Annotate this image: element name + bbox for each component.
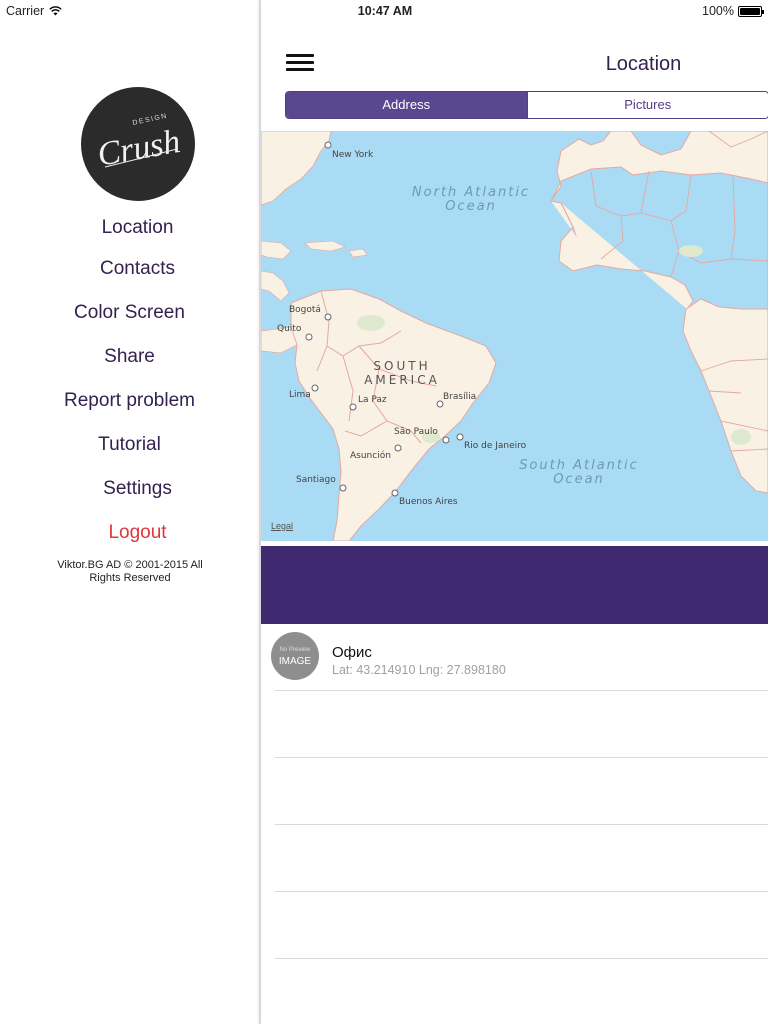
list-separator xyxy=(275,891,768,892)
thumbnail-label: IMAGE xyxy=(278,656,312,667)
map-city-lima: Lima xyxy=(289,390,311,400)
list-item[interactable]: No Preview IMAGE Офис Lat: 43.214910 Lng… xyxy=(271,624,768,691)
tab-pictures[interactable]: Pictures xyxy=(526,92,768,118)
status-time: 10:47 AM xyxy=(357,4,413,18)
map-city-new-york: New York xyxy=(332,150,374,160)
map-label-south-atlantic-ocean: Ocean xyxy=(553,472,605,487)
brand-logo: DESIGN Crush xyxy=(81,87,195,201)
sidebar-item-contacts[interactable]: Contacts xyxy=(8,258,267,280)
sidebar-item-share[interactable]: Share xyxy=(0,346,259,368)
sidebar-item-settings[interactable]: Settings xyxy=(8,478,267,500)
list-separator xyxy=(275,757,768,758)
map-canvas[interactable]: North Atlantic Ocean South Atlantic Ocea… xyxy=(261,131,768,541)
thumbnail-caption: No Preview xyxy=(279,647,311,653)
sidebar-item-tutorial[interactable]: Tutorial xyxy=(0,434,259,456)
battery-indicator: 100% xyxy=(702,4,764,18)
map-city-rio: Rio de Janeiro xyxy=(464,441,527,451)
list-separator xyxy=(275,824,768,825)
sidebar-item-logout[interactable]: Logout xyxy=(8,522,267,544)
battery-icon xyxy=(738,5,764,17)
page-title: Location xyxy=(605,53,682,75)
logo-mark: DESIGN Crush xyxy=(95,113,183,174)
list-separator xyxy=(275,958,768,959)
battery-label: 100% xyxy=(702,4,734,18)
map-label-south-atlantic: South Atlantic xyxy=(519,458,639,473)
sidebar: DESIGN Crush Location Contacts Color Scr… xyxy=(0,0,259,1024)
map-city-asuncion: Asunción xyxy=(350,450,391,461)
map-city-santiago: Santiago xyxy=(296,475,336,485)
map-city-buenos-aires: Buenos Aires xyxy=(399,497,458,507)
map-view[interactable]: North Atlantic Ocean South Atlantic Ocea… xyxy=(261,131,768,541)
location-coords: Lat: 43.214910 Lng: 27.898180 xyxy=(332,663,506,677)
map-city-bogota: Bogotá xyxy=(289,305,321,315)
purple-banner xyxy=(261,546,768,624)
main-panel: Location Address Pictures North Atlantic… xyxy=(261,0,768,1024)
map-city-la-paz: La Paz xyxy=(358,395,387,405)
tab-address[interactable]: Address xyxy=(286,92,527,118)
location-name: Офис xyxy=(332,644,372,661)
map-city-quito: Quito xyxy=(277,324,302,334)
segmented-control: Address Pictures xyxy=(285,91,768,119)
map-legal-link[interactable]: Legal xyxy=(271,521,293,531)
map-label-south: SOUTH xyxy=(373,359,430,373)
map-label-america: AMERICA xyxy=(364,373,440,387)
copyright-text: Viktor.BG AD © 2001-2015 All Rights Rese… xyxy=(57,559,203,584)
map-city-brasilia: Brasília xyxy=(443,392,476,402)
map-label-north-atlantic-ocean: Ocean xyxy=(445,199,497,214)
map-label-north-atlantic: North Atlantic xyxy=(412,185,530,200)
sidebar-item-location[interactable]: Location xyxy=(8,217,267,239)
sidebar-item-color-screen[interactable]: Color Screen xyxy=(0,302,259,324)
location-thumbnail: No Preview IMAGE xyxy=(271,632,319,680)
map-city-sao-paulo: São Paulo xyxy=(394,427,438,437)
sidebar-item-report-problem[interactable]: Report problem xyxy=(0,390,259,412)
status-bar: Carrier 10:47 AM 100% xyxy=(0,0,768,22)
